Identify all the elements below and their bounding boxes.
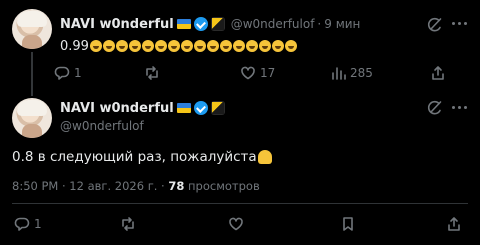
laughing-emoji-icon	[232, 40, 245, 52]
thread-line	[31, 52, 33, 96]
affiliate-badge-icon[interactable]	[210, 17, 225, 31]
tweet-1-actions: 1 17 285	[54, 62, 474, 84]
retweet-icon	[122, 217, 134, 231]
tweet-2-actions: 1	[14, 213, 470, 235]
laughing-emoji-icon	[167, 40, 180, 52]
heart-icon	[229, 217, 243, 231]
reply-icon	[54, 66, 70, 80]
laughing-emoji-icon	[219, 40, 232, 52]
reply-button[interactable]: 1	[54, 64, 82, 82]
separator: ·	[317, 17, 322, 31]
divider	[12, 203, 468, 204]
tweet-1-text: 0.99	[60, 38, 298, 54]
bookmark-icon	[343, 217, 353, 231]
praying-hands-icon	[257, 150, 272, 164]
ukraine-flag-icon	[176, 103, 191, 113]
affiliate-badge-icon[interactable]	[210, 101, 225, 115]
handle[interactable]: @w0nderfulof	[231, 17, 315, 31]
tweet-2-views-count: 78	[168, 179, 185, 193]
laughing-emoji-icon	[271, 40, 284, 52]
laughing-emoji-icon	[89, 40, 102, 52]
retweet-icon	[146, 66, 158, 80]
verified-icon[interactable]	[193, 101, 208, 115]
laughing-emoji-icon	[154, 40, 167, 52]
tweet-2-header: NAVI w0nderful	[60, 100, 225, 116]
reply-button[interactable]: 1	[14, 215, 42, 233]
timestamp[interactable]: 9 мин	[324, 17, 360, 31]
grok-icon[interactable]	[426, 99, 444, 117]
tweet-2-text: 0.8 в следующий раз, пожалуйста	[12, 148, 272, 166]
heart-icon	[241, 66, 255, 80]
tweet-2-views-label: просмотров	[188, 179, 260, 193]
bar-chart-icon	[332, 67, 346, 80]
avatar[interactable]	[12, 98, 52, 138]
like-button[interactable]	[228, 215, 244, 233]
views-count: 285	[350, 66, 373, 80]
emoji-row	[89, 40, 298, 52]
share-button[interactable]	[430, 64, 446, 82]
tweet-2-text-body: 0.8 в следующий раз, пожалуйста	[12, 149, 257, 165]
share-icon	[448, 217, 460, 231]
bookmark-button[interactable]	[340, 215, 356, 233]
display-name[interactable]: NAVI w0nderful	[60, 101, 174, 116]
laughing-emoji-icon	[180, 40, 193, 52]
ukraine-flag-icon	[176, 19, 191, 29]
reply-count: 1	[34, 217, 42, 231]
like-button[interactable]: 17	[240, 64, 275, 82]
laughing-emoji-icon	[128, 40, 141, 52]
reply-count: 1	[74, 66, 82, 80]
display-name[interactable]: NAVI w0nderful	[60, 17, 174, 32]
laughing-emoji-icon	[115, 40, 128, 52]
laughing-emoji-icon	[102, 40, 115, 52]
tweet-1-text-prefix: 0.99	[60, 38, 89, 54]
grok-icon[interactable]	[426, 16, 444, 34]
retweet-button[interactable]	[144, 64, 160, 82]
tweet-1-header: NAVI w0nderful @w0nderfulof · 9 мин	[60, 16, 360, 32]
handle[interactable]: @w0nderfulof	[60, 118, 144, 134]
tweet-2-timestamp[interactable]: 8:50 PM · 12 авг. 2026 г. ·	[12, 179, 165, 193]
laughing-emoji-icon	[258, 40, 271, 52]
more-options-button[interactable]	[452, 106, 468, 110]
laughing-emoji-icon	[206, 40, 219, 52]
like-count: 17	[260, 66, 276, 80]
laughing-emoji-icon	[193, 40, 206, 52]
more-options-button[interactable]	[452, 22, 468, 26]
share-button[interactable]	[446, 215, 462, 233]
laughing-emoji-icon	[245, 40, 258, 52]
retweet-button[interactable]	[120, 215, 136, 233]
laughing-emoji-icon	[284, 40, 297, 52]
verified-icon[interactable]	[193, 17, 208, 31]
laughing-emoji-icon	[141, 40, 154, 52]
tweet-2-meta: 8:50 PM · 12 авг. 2026 г. · 78 просмотро…	[12, 178, 260, 194]
share-icon	[432, 66, 444, 80]
views-button[interactable]: 285	[330, 64, 373, 82]
avatar[interactable]	[12, 9, 52, 49]
reply-icon	[14, 217, 30, 231]
